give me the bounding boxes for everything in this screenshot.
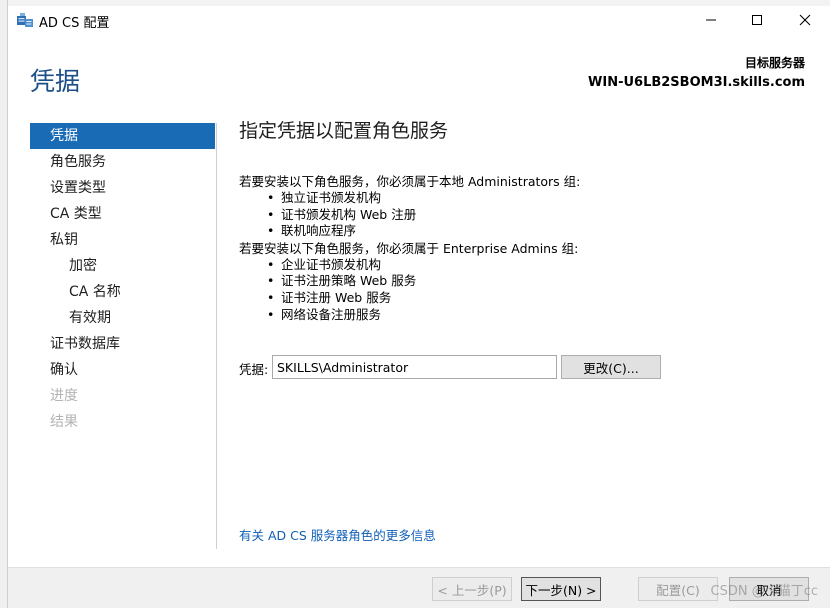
maximize-button[interactable] [734,6,780,34]
list-item: 企业证书颁发机构 [267,257,809,274]
nav-item-validity-period[interactable]: 有效期 [30,305,215,331]
nav-item-ca-name[interactable]: CA 名称 [30,279,215,305]
nav-item-setup-type[interactable]: 设置类型 [30,175,215,201]
list-item: 证书注册 Web 服务 [267,290,809,307]
maximize-icon [752,15,762,25]
admin-role-list: 独立证书颁发机构 证书颁发机构 Web 注册 联机响应程序 [267,190,809,240]
list-item: 独立证书颁发机构 [267,190,809,207]
nav-item-results: 结果 [50,414,78,430]
back-button[interactable]: < 上一步(P) [432,577,512,601]
next-button[interactable]: 下一步(N) > [521,577,601,601]
nav-item-private-key[interactable]: 私钥 [30,227,215,253]
nav-item-role-services[interactable]: 角色服务 [30,149,215,175]
nav-item-confirmation[interactable]: 确认 [30,357,215,383]
close-button[interactable] [782,6,828,34]
credentials-label: 凭据: [239,362,269,377]
wizard-footer: < 上一步(P) 下一步(N) > 配置(C) 取消 [8,567,830,608]
change-credentials-button[interactable]: 更改(C)... [561,355,661,379]
list-item: 联机响应程序 [267,223,809,240]
content-title: 指定凭据以配置角色服务 [239,120,449,142]
target-server-name: WIN-U6LB2SBOM3I.skills.com [588,75,805,90]
server-manager-icon [17,13,33,27]
nav-item-progress: 进度 [50,388,78,404]
enterprise-admins-text: 若要安装以下角色服务，你必须属于 Enterprise Admins 组: [239,240,579,256]
target-server-label: 目标服务器 [744,56,805,70]
minimize-button[interactable] [688,6,734,34]
nav-item-cryptography[interactable]: 加密 [30,253,215,279]
ad-cs-config-window: AD CS 配置 凭据 目标服务器 WIN-U6LB2SBOM3I.skills… [8,6,830,608]
list-item: 证书颁发机构 Web 注册 [267,207,809,224]
page-title: 凭据 [30,67,81,96]
more-info-link[interactable]: 有关 AD CS 服务器角色的更多信息 [239,525,436,544]
nav-item-ca-type[interactable]: CA 类型 [30,201,215,227]
list-item: 网络设备注册服务 [267,307,809,324]
list-item: 证书注册策略 Web 服务 [267,273,809,290]
nav-item-certificate-database[interactable]: 证书数据库 [30,331,215,357]
background-window-edge [0,0,8,608]
close-icon [799,14,811,26]
wizard-nav: 凭据 角色服务 设置类型 CA 类型 私钥 加密 CA 名称 有效期 证书数据库… [30,123,215,435]
nav-item-credentials[interactable]: 凭据 [30,123,215,149]
nav-divider [216,123,217,549]
title-bar[interactable]: AD CS 配置 [8,6,830,34]
configure-button[interactable]: 配置(C) [638,577,718,601]
admin-group-text: 若要安装以下角色服务，你必须属于本地 Administrators 组: [239,174,581,189]
credentials-input[interactable] [272,355,557,379]
enterprise-role-list: 企业证书颁发机构 证书注册策略 Web 服务 证书注册 Web 服务 网络设备注… [267,257,809,323]
content-panel: 指定凭据以配置角色服务 若要安装以下角色服务，你必须属于本地 Administr… [239,116,809,323]
csdn-watermark: CSDN @小猫丁cc [710,584,819,599]
minimize-icon [706,19,716,21]
window-title: AD CS 配置 [39,16,110,31]
